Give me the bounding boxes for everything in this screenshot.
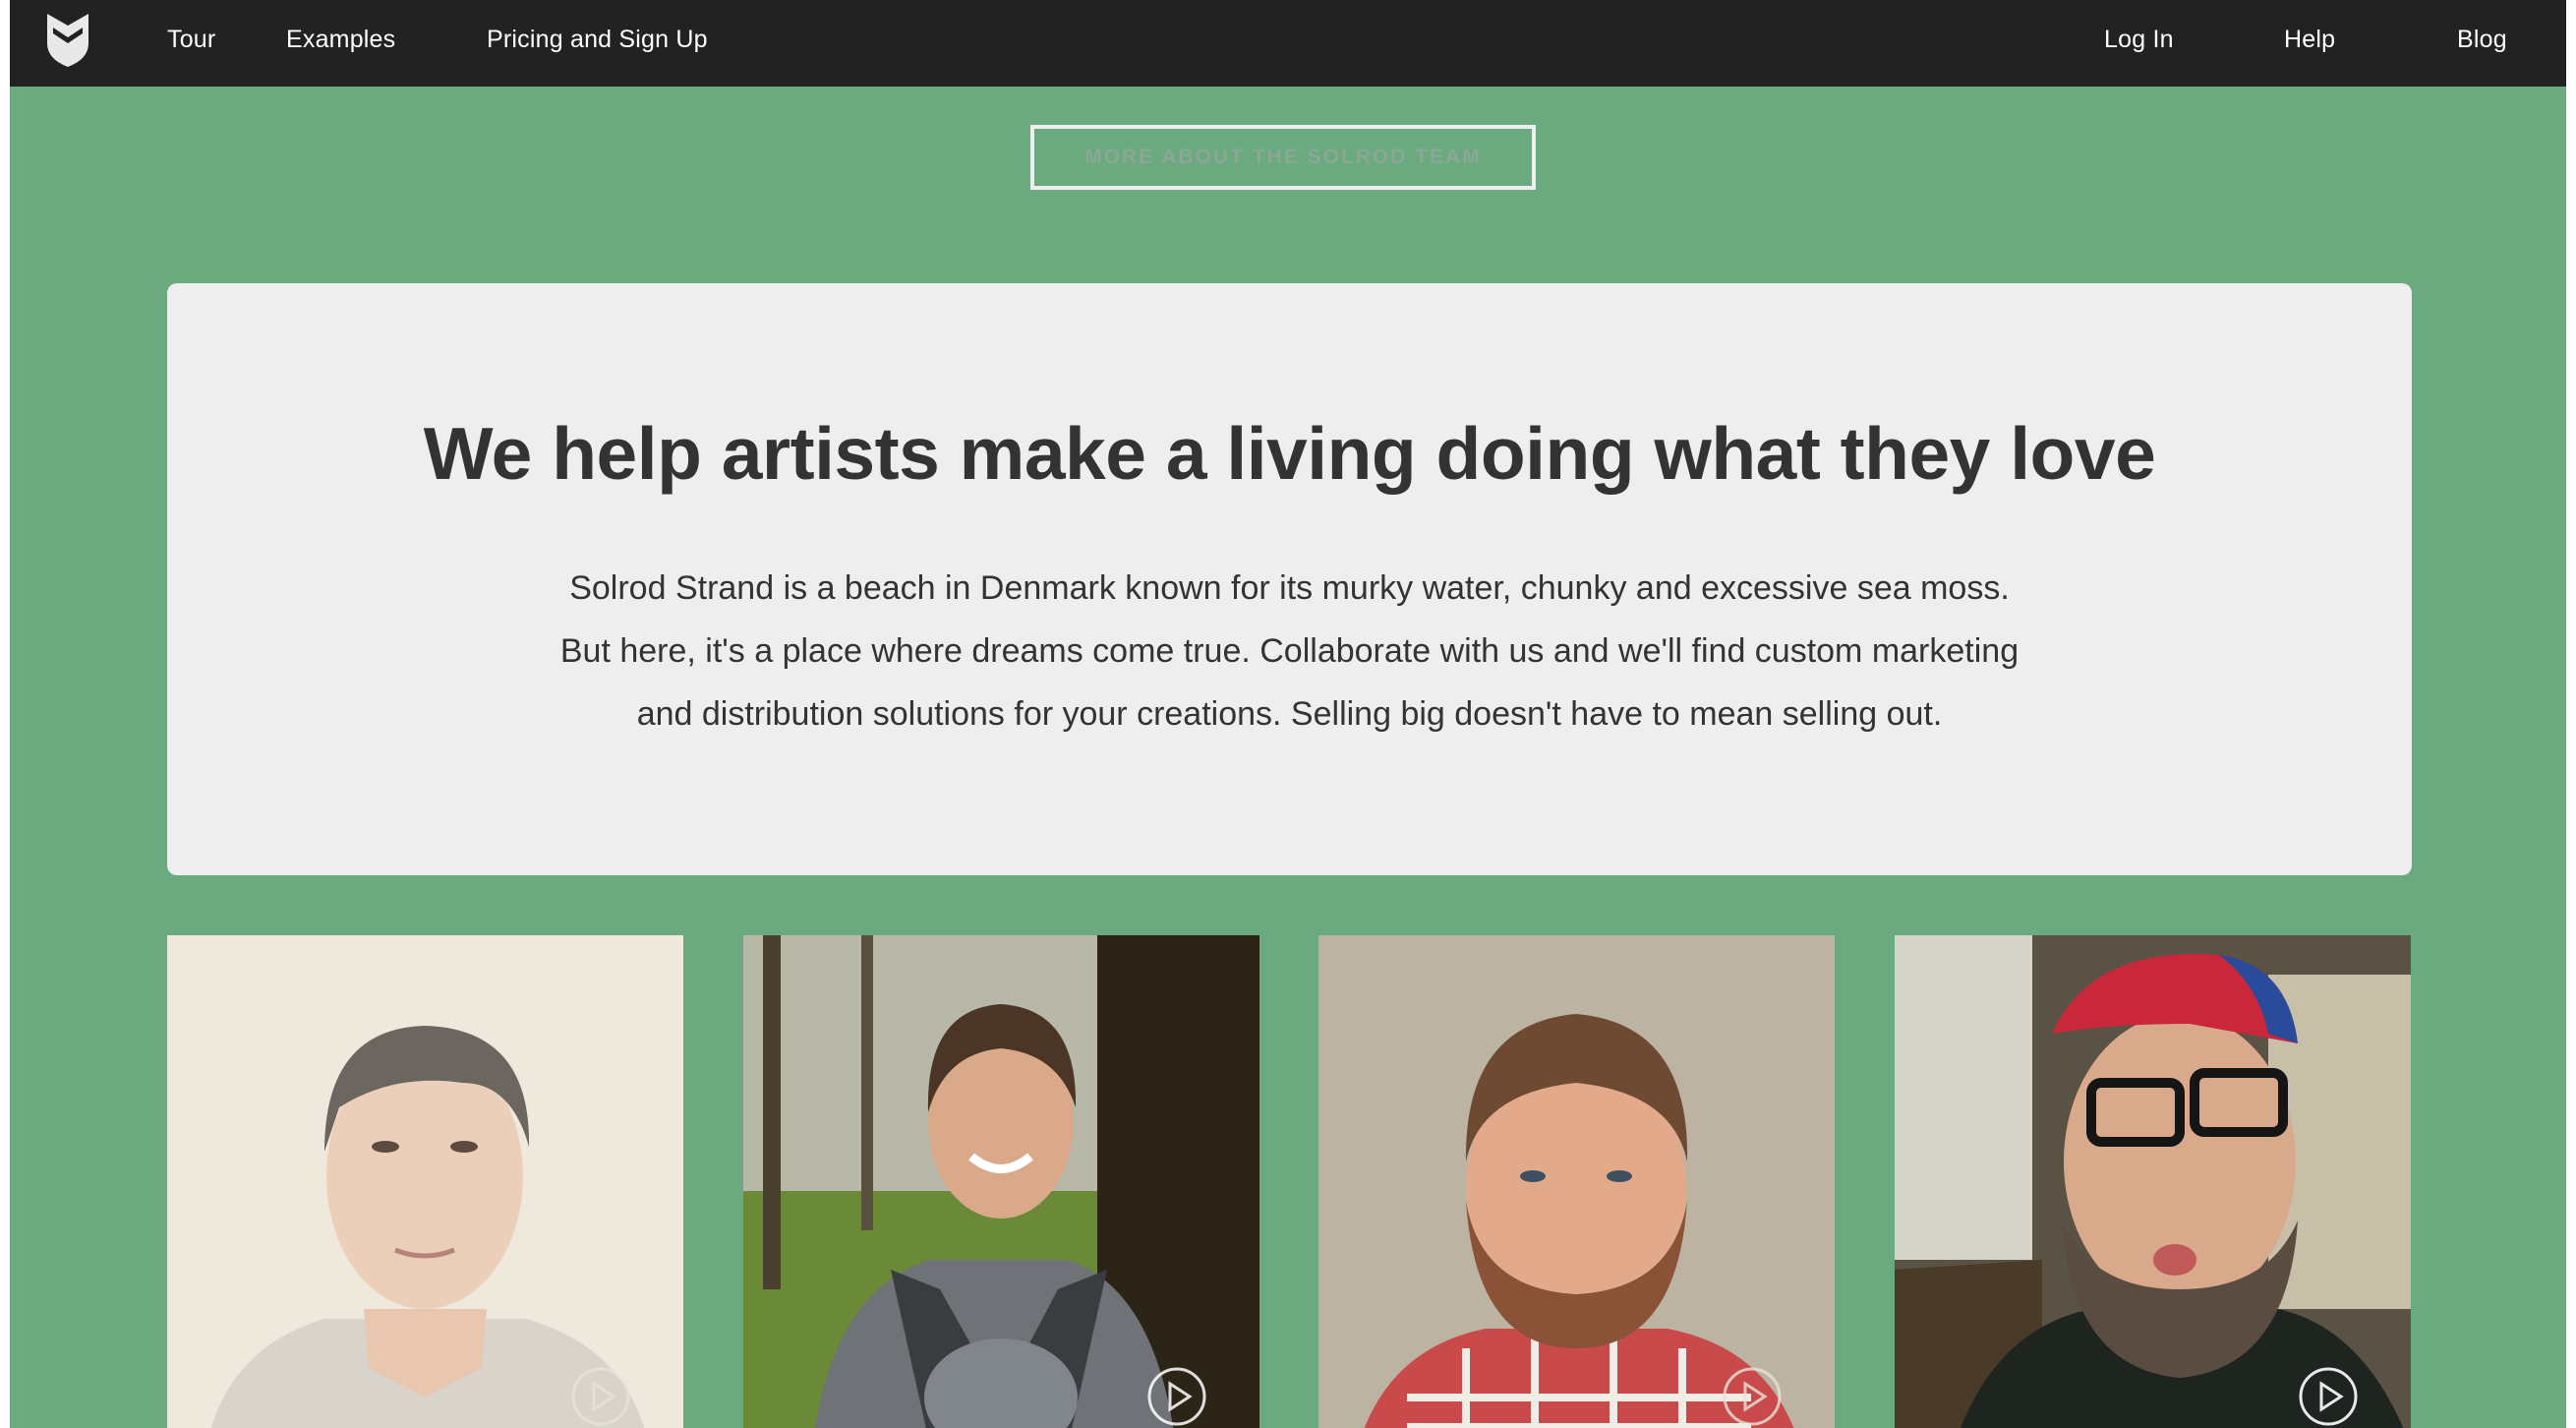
nav-link-blog[interactable]: Blog — [2457, 0, 2507, 79]
team-member-photo-3[interactable] — [1318, 935, 1835, 1428]
woman-outdoors-with-baby-portrait — [743, 935, 1259, 1428]
page: Tour Examples Pricing and Sign Up Log In… — [10, 0, 2566, 1428]
hero-paragraph-line: Solrod Strand is a beach in Denmark know… — [569, 569, 2010, 607]
nav-link-tour[interactable]: Tour — [167, 0, 215, 79]
play-icon[interactable] — [2298, 1366, 2359, 1427]
hero-paragraph-line: and distribution solutions for your crea… — [636, 695, 1943, 733]
top-navbar: Tour Examples Pricing and Sign Up Log In… — [10, 0, 2566, 87]
nav-link-pricing-signup[interactable]: Pricing and Sign Up — [487, 0, 708, 79]
hero-paragraph: Solrod Strand is a beach in Denmark know… — [167, 557, 2412, 745]
play-icon[interactable] — [570, 1366, 631, 1427]
team-member-photo-1[interactable] — [167, 935, 683, 1428]
hero-paragraph-line: But here, it's a place where dreams come… — [559, 632, 2020, 670]
team-member-photo-4[interactable] — [1895, 935, 2411, 1428]
hero-card: We help artists make a living doing what… — [167, 283, 2412, 875]
play-icon[interactable] — [1722, 1366, 1783, 1427]
nav-link-login[interactable]: Log In — [2104, 0, 2174, 79]
hero-title: We help artists make a living doing what… — [423, 412, 2156, 495]
play-icon[interactable] — [1146, 1366, 1207, 1427]
man-red-beard-portrait — [1318, 935, 1835, 1428]
man-gray-hair-portrait — [167, 935, 683, 1428]
team-member-photo-2[interactable] — [743, 935, 1259, 1428]
nav-link-examples[interactable]: Examples — [286, 0, 395, 79]
man-cap-glasses-beard-portrait — [1895, 935, 2411, 1428]
shield-leaf-logo-icon[interactable] — [43, 10, 92, 69]
nav-link-help[interactable]: Help — [2284, 0, 2335, 79]
more-about-team-button[interactable]: MORE ABOUT THE SOLROD TEAM — [1030, 125, 1536, 190]
